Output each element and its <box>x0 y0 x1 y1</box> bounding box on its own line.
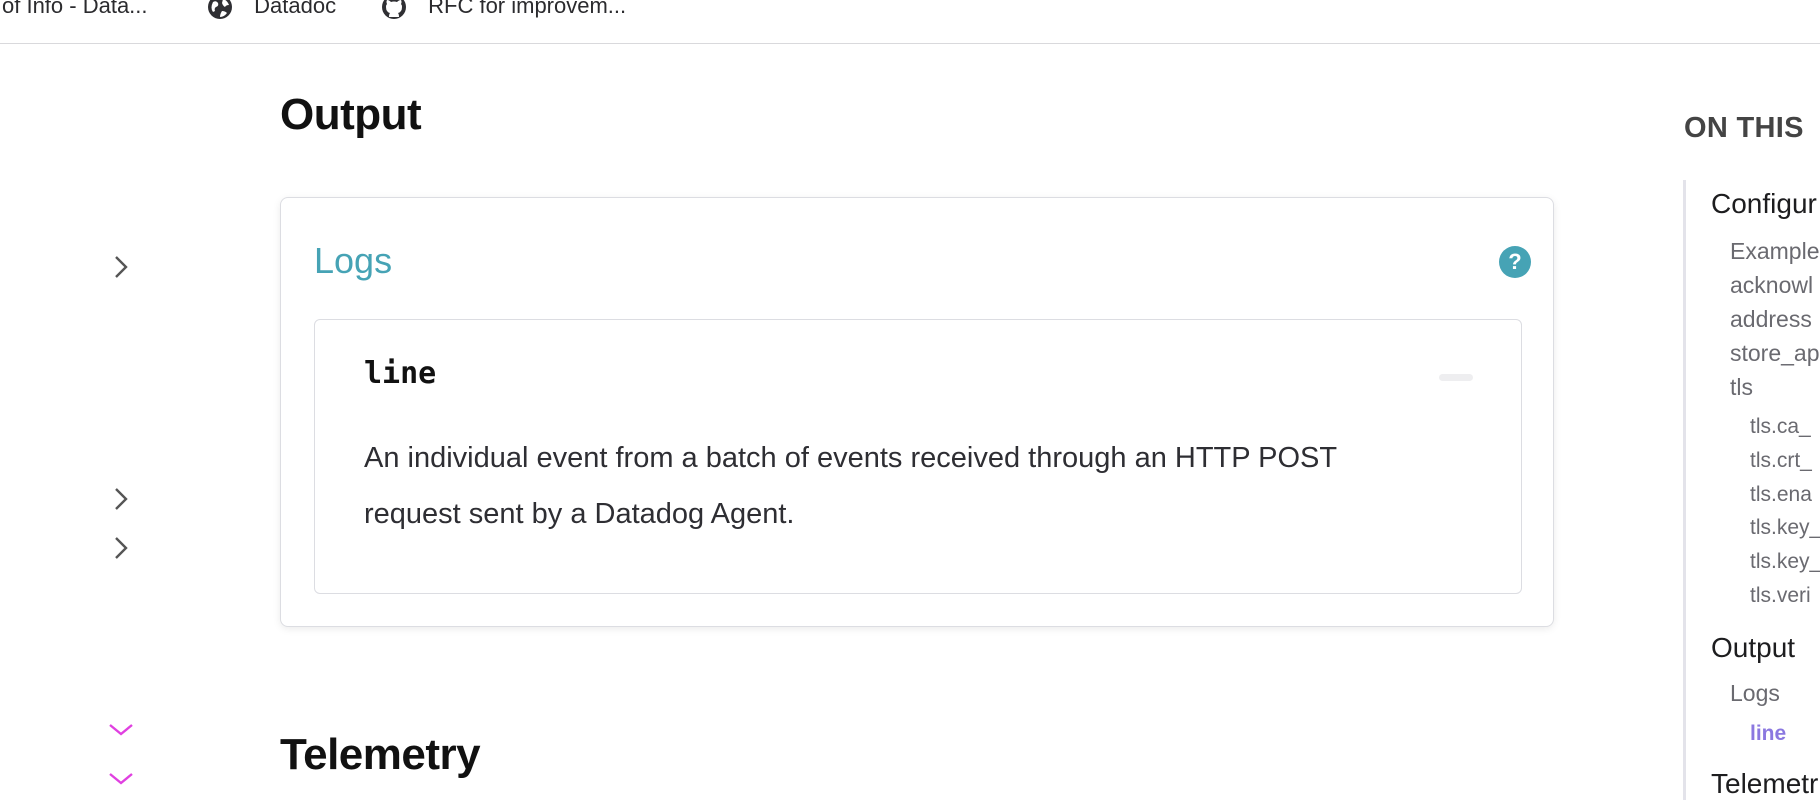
toc-item[interactable]: tls.ena <box>1750 483 1812 507</box>
nav-expand-chevron[interactable] <box>108 486 134 512</box>
toc-item[interactable]: tls.veri <box>1750 584 1811 608</box>
bookmark-rfc[interactable]: RFC for improvem... <box>380 0 626 22</box>
toc-divider <box>1683 180 1686 800</box>
toc-item[interactable]: Example <box>1730 238 1819 265</box>
toc-heading: ON THIS <box>1684 112 1804 144</box>
toc-item[interactable]: tls.ca_ <box>1750 415 1811 439</box>
toc-item[interactable]: tls.key_ <box>1750 516 1820 540</box>
nav-expand-chevron[interactable] <box>108 535 134 561</box>
toc-item[interactable]: acknowl <box>1730 272 1813 299</box>
bookmark-label: of Info - Data... <box>2 0 148 18</box>
toc-item[interactable]: tls.key_ <box>1750 550 1820 574</box>
toc-item[interactable]: tls <box>1730 374 1753 401</box>
collapse-button[interactable] <box>1439 374 1473 381</box>
toc-item[interactable]: tls.crt_ <box>1750 449 1812 473</box>
globe-icon <box>206 0 234 21</box>
field-description: An individual event from a batch of even… <box>364 442 1337 530</box>
toc-item[interactable]: Output <box>1711 632 1795 664</box>
bookmark-info[interactable]: of Info - Data... <box>2 0 148 22</box>
telemetry-heading: Telemetry <box>280 730 481 779</box>
logs-card-title: Logs <box>314 240 393 281</box>
toc-item-active[interactable]: line <box>1750 722 1786 746</box>
nav-expand-chevron[interactable] <box>108 254 134 280</box>
bookmark-label: Datadoc <box>254 0 337 18</box>
bookmark-datadoc[interactable]: Datadoc <box>206 0 336 22</box>
field-panel: line An individual event from a batch of… <box>314 319 1522 594</box>
toc-item[interactable]: Configur <box>1711 188 1817 220</box>
logs-card: Logs ? line An individual event from a b… <box>280 197 1554 627</box>
toc-item[interactable]: store_ap <box>1730 340 1820 367</box>
field-name: line <box>364 356 437 391</box>
github-icon <box>380 0 408 21</box>
output-heading: Output <box>280 90 422 139</box>
toc-item[interactable]: Logs <box>1730 680 1780 707</box>
bookmark-label: RFC for improvem... <box>428 0 627 18</box>
toc-item[interactable]: Telemetr <box>1711 768 1818 800</box>
bookmarks-bar: of Info - Data... Datadoc RFC for improv… <box>0 0 1820 44</box>
toc-item[interactable]: address <box>1730 306 1812 333</box>
nav-collapse-chevron[interactable] <box>108 766 134 792</box>
nav-collapse-chevron[interactable] <box>108 717 134 743</box>
help-icon[interactable]: ? <box>1499 246 1531 278</box>
